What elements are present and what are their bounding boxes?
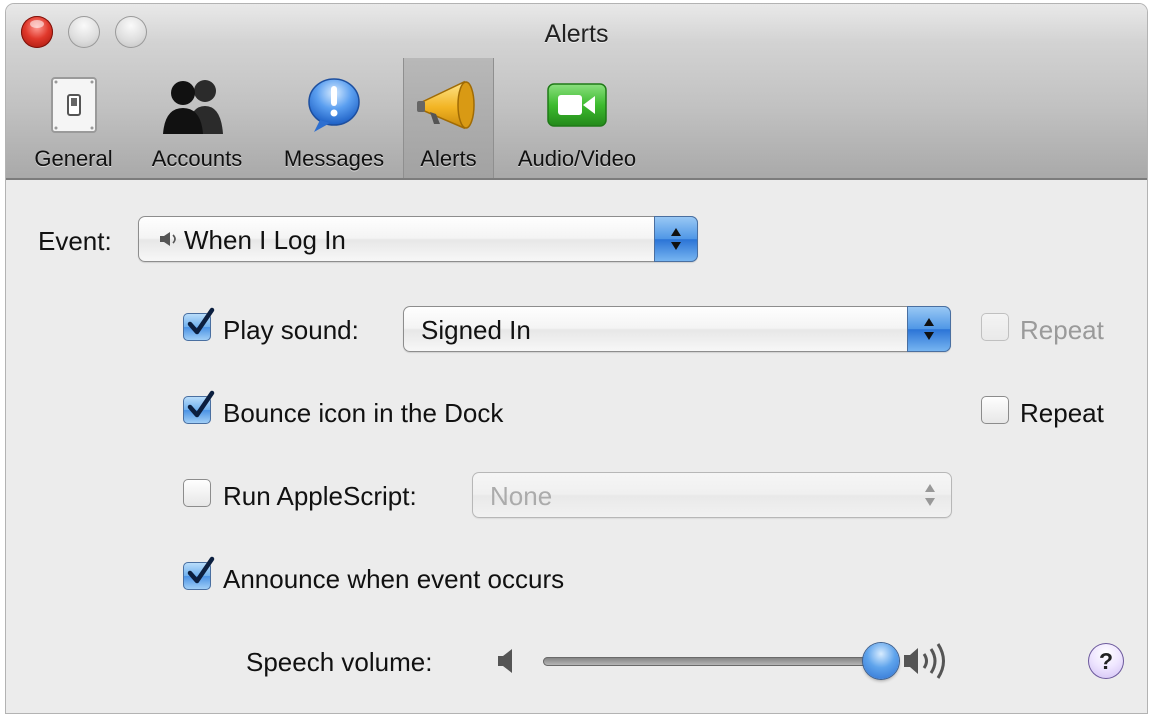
- tab-general[interactable]: General: [20, 58, 127, 178]
- volume-high-icon: [904, 643, 945, 679]
- bounce-repeat-checkbox[interactable]: [981, 396, 1009, 424]
- tab-label: General: [34, 146, 113, 171]
- people-icon: [163, 80, 223, 134]
- speech-bubble-alert-icon: [308, 78, 360, 132]
- applescript-popup[interactable]: None: [472, 472, 952, 518]
- bounce-icon-label: Bounce icon in the Dock: [223, 398, 504, 428]
- event-label: Event:: [38, 226, 112, 256]
- updown-arrows-icon: [924, 318, 934, 340]
- checkmark-icon: [187, 556, 215, 584]
- tab-alerts[interactable]: Alerts: [403, 58, 494, 178]
- bounce-icon-checkbox[interactable]: [183, 390, 215, 424]
- help-button[interactable]: ?: [1088, 643, 1124, 679]
- speaker-small-icon: [160, 232, 176, 246]
- bounce-repeat-label: Repeat: [1020, 398, 1104, 428]
- play-sound-label: Play sound:: [223, 315, 359, 345]
- speech-volume-knob[interactable]: [863, 643, 899, 679]
- preferences-window: Alerts General Accounts Messages Alerts …: [6, 4, 1147, 713]
- tab-accounts[interactable]: Accounts: [132, 58, 262, 178]
- window-title: Alerts: [544, 20, 609, 48]
- light-switch-icon: [50, 77, 97, 133]
- updown-arrows-icon: [925, 484, 935, 506]
- tab-label: Audio/Video: [517, 146, 637, 171]
- sound-repeat-checkbox[interactable]: [981, 313, 1009, 341]
- alerts-pane: Event: When I Log In Play sound: Signed …: [6, 182, 1147, 713]
- tab-audio-video[interactable]: Audio/Video: [502, 58, 652, 178]
- event-popup[interactable]: When I Log In: [138, 216, 698, 262]
- run-applescript-label: Run AppleScript:: [223, 481, 417, 511]
- megaphone-icon: [416, 80, 475, 130]
- tab-label: Accounts: [151, 146, 243, 171]
- event-value: When I Log In: [184, 225, 346, 255]
- event-popup-arrows[interactable]: [654, 216, 698, 262]
- checkmark-icon: [187, 307, 215, 335]
- run-applescript-checkbox[interactable]: [183, 479, 211, 507]
- checkmark-icon: [187, 390, 215, 418]
- speech-volume-slider[interactable]: [543, 657, 883, 666]
- sound-value: Signed In: [421, 315, 531, 345]
- applescript-value: None: [490, 481, 553, 511]
- sound-popup[interactable]: Signed In: [403, 306, 951, 352]
- tab-label: Alerts: [420, 146, 477, 171]
- tab-label: Messages: [283, 146, 385, 171]
- toolbar: Alerts General Accounts Messages Alerts …: [6, 4, 1147, 180]
- video-camera-icon: [547, 83, 607, 127]
- applescript-popup-arrows[interactable]: [908, 472, 952, 518]
- updown-arrows-icon: [671, 228, 681, 250]
- speech-volume-label: Speech volume:: [246, 647, 433, 677]
- announce-label: Announce when event occurs: [223, 564, 565, 594]
- sound-popup-arrows[interactable]: [907, 306, 951, 352]
- play-sound-checkbox[interactable]: [183, 307, 215, 341]
- sound-repeat-label: Repeat: [1020, 315, 1104, 345]
- announce-checkbox[interactable]: [183, 556, 215, 590]
- tab-messages[interactable]: Messages: [270, 58, 398, 178]
- volume-low-icon: [498, 649, 512, 673]
